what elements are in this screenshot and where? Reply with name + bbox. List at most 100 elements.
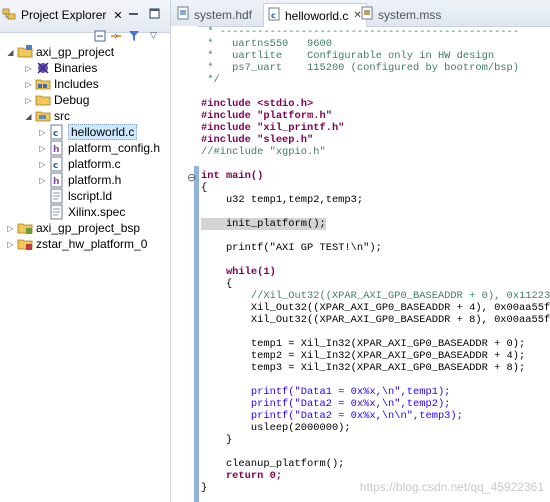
tree-item-helloworld-c[interactable]: ▷ c helloworld.c — [38, 124, 138, 140]
explorer-toolbar: ▽ — [0, 30, 170, 45]
tree-label: Xilinx.spec — [68, 205, 126, 219]
tab-system-mss[interactable]: system.mss — [357, 4, 445, 25]
collapse-arrow-icon[interactable]: ▷ — [38, 124, 47, 140]
code-line: */ — [201, 74, 220, 86]
folder-icon — [35, 92, 51, 108]
tree-item-axi-gp-project[interactable]: ◢ axi_gp_project — [6, 44, 114, 60]
minimize-icon[interactable] — [128, 8, 139, 19]
code-line: * uartlite Configurable only in HW desig… — [201, 50, 495, 62]
tree-label: Debug — [54, 93, 90, 107]
tab-label: system.hdf — [194, 7, 253, 22]
c-source-file-icon: c — [49, 124, 65, 140]
tree-item-src[interactable]: ◢ src — [24, 108, 70, 124]
linker-script-icon — [49, 188, 65, 204]
expand-arrow-icon[interactable]: ◢ — [24, 108, 33, 124]
binaries-icon — [35, 60, 51, 76]
project-explorer-icon — [2, 6, 18, 25]
expand-arrow-icon[interactable]: ◢ — [6, 44, 15, 60]
tree-item-includes[interactable]: ▷ Includes — [24, 76, 99, 92]
highlighted-code: init_platform(); — [201, 218, 326, 230]
c-header-file-icon: h — [49, 172, 65, 188]
collapse-arrow-icon[interactable]: ▷ — [6, 236, 15, 252]
code-line: } — [201, 434, 233, 446]
maximize-icon[interactable] — [149, 8, 160, 19]
code-line: printf("Data2 = 0x%x,\n",temp2); — [201, 398, 451, 410]
tree-label: zstar_hw_platform_0 — [36, 237, 148, 251]
bsp-project-icon — [17, 220, 33, 236]
tree-item-debug[interactable]: ▷ Debug — [24, 92, 89, 108]
tree-item-lscript-ld[interactable]: lscript.ld — [49, 188, 112, 204]
spec-file-icon — [49, 204, 65, 220]
tab-label: system.mss — [378, 7, 442, 22]
tree-item-binaries[interactable]: ▷ Binaries — [24, 60, 97, 76]
tree-label: Binaries — [54, 61, 98, 75]
tree-item-zstar-hw-platform[interactable]: ▷ zstar_hw_platform_0 — [6, 236, 147, 252]
collapse-arrow-icon[interactable]: ▷ — [6, 220, 15, 236]
collapse-all-icon[interactable] — [94, 30, 106, 45]
code-area[interactable]: * --------------------------------------… — [201, 26, 550, 502]
hw-platform-icon — [17, 236, 33, 252]
scope-highlight-bar — [194, 166, 199, 502]
collapse-arrow-icon[interactable]: ▷ — [24, 60, 33, 76]
close-icon[interactable]: ✕ — [113, 9, 122, 22]
collapse-arrow-icon[interactable]: ▷ — [38, 172, 47, 188]
code-line: * --------------------------------------… — [201, 26, 520, 38]
collapse-arrow-icon[interactable]: ▷ — [24, 92, 33, 108]
code-line: printf("Data1 = 0x%x,\n",temp1); — [201, 386, 451, 398]
tree-label: axi_gp_project — [36, 45, 115, 59]
tab-helloworld-c[interactable]: c helloworld.c ✕ — [263, 3, 367, 27]
tree-label: lscript.ld — [68, 189, 113, 203]
code-line: Xil_Out32((XPAR_AXI_GP0_BASEADDR + 4), 0… — [201, 302, 550, 314]
includes-icon — [35, 76, 51, 92]
tree-item-platform-h[interactable]: ▷ h platform.h — [38, 172, 121, 188]
code-line: while(1) — [201, 266, 276, 278]
code-line: #include "sleep.h" — [201, 134, 314, 146]
c-source-file-icon: c — [268, 7, 282, 24]
project-explorer-tab[interactable]: Project Explorer ✕ — [2, 4, 123, 26]
collapse-arrow-icon[interactable]: ▷ — [38, 140, 47, 156]
hdf-file-icon — [177, 6, 191, 23]
collapse-arrow-icon[interactable]: ▷ — [24, 76, 33, 92]
collapse-arrow-icon[interactable]: ▷ — [38, 156, 47, 172]
code-line: temp2 = Xil_In32(XPAR_AXI_GP0_BASEADDR +… — [201, 350, 526, 362]
code-line: init_platform(); — [201, 218, 326, 230]
code-line: usleep(2000000); — [201, 422, 351, 434]
code-line: #include "xil_printf.h" — [201, 122, 345, 134]
code-line: { — [201, 278, 233, 290]
tab-label: helloworld.c — [285, 8, 349, 23]
code-line: //Xil_Out32((XPAR_AXI_GP0_BASEADDR + 0),… — [201, 290, 550, 302]
project-folder-icon — [17, 44, 33, 60]
tree-label: Includes — [54, 77, 99, 91]
filter-icon[interactable] — [128, 30, 140, 45]
tree-label: platform.c — [68, 157, 121, 171]
code-line: * uartns550 9600 — [201, 38, 332, 50]
svg-text:h: h — [53, 177, 59, 187]
code-line: return 0; — [201, 470, 283, 482]
tree-label: platform.h — [68, 173, 122, 187]
tab-system-hdf[interactable]: system.hdf — [173, 4, 256, 25]
tree-label: platform_config.h — [68, 141, 161, 155]
tree-item-xilinx-spec[interactable]: Xilinx.spec — [49, 204, 125, 220]
view-menu-icon[interactable]: ▽ — [150, 30, 157, 41]
code-line: temp1 = Xil_In32(XPAR_AXI_GP0_BASEADDR +… — [201, 338, 526, 350]
tree-label: axi_gp_project_bsp — [36, 221, 141, 235]
tree-item-axi-gp-project-bsp[interactable]: ▷ axi_gp_project_bsp — [6, 220, 140, 236]
tree-label: src — [54, 109, 70, 123]
code-line: } — [201, 482, 208, 494]
code-line: temp3 = Xil_In32(XPAR_AXI_GP0_BASEADDR +… — [201, 362, 526, 374]
tree-item-platform-c[interactable]: ▷ c platform.c — [38, 156, 121, 172]
code-line: Xil_Out32((XPAR_AXI_GP0_BASEADDR + 8), 0… — [201, 314, 550, 326]
source-folder-icon — [35, 108, 51, 124]
code-line: { — [201, 182, 208, 194]
code-line: #include "platform.h" — [201, 110, 332, 122]
code-line: cleanup_platform(); — [201, 458, 345, 470]
c-header-file-icon: h — [49, 140, 65, 156]
code-line: //#include "xgpio.h" — [201, 146, 326, 158]
tree-item-platform-config-h[interactable]: ▷ h platform_config.h — [38, 140, 160, 156]
project-explorer-tab-bar: Project Explorer ✕ — [0, 0, 170, 33]
link-with-editor-icon[interactable] — [110, 30, 122, 45]
watermark: https://blog.csdn.net/qq_45922361 — [359, 480, 544, 494]
svg-text:c: c — [271, 11, 276, 20]
code-line: printf("Data2 = 0x%x,\n\n",temp3); — [201, 410, 463, 422]
fold-toggle-icon[interactable]: ⊖ — [187, 171, 196, 184]
